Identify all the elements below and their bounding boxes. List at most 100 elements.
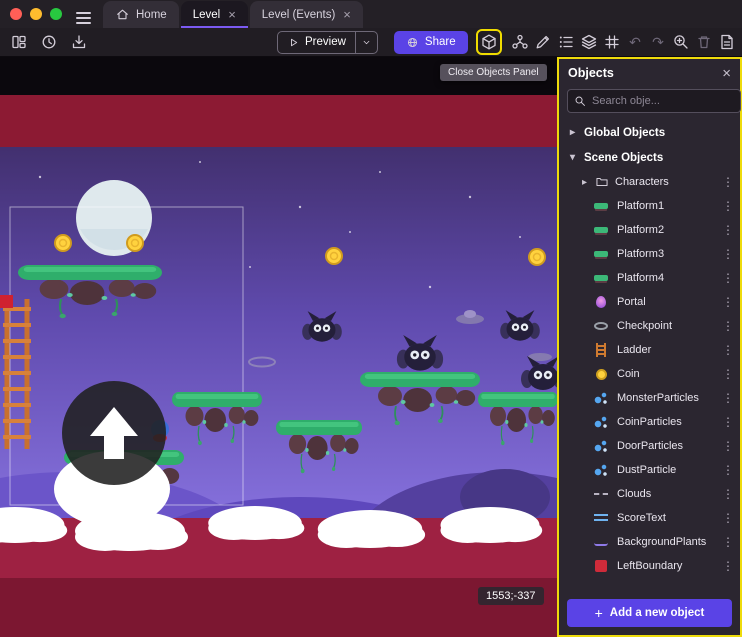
object-label: Coin (617, 368, 640, 380)
share-button[interactable]: Share (394, 31, 468, 54)
object-row-checkpoint[interactable]: Checkpoint ⋮ (559, 314, 740, 338)
object-label: Platform3 (617, 248, 664, 260)
scene-canvas[interactable] (0, 57, 557, 637)
object-menu-button[interactable]: ⋮ (722, 319, 732, 333)
objects-panel-toggle-cube-icon[interactable] (480, 33, 498, 51)
object-menu-button[interactable]: ⋮ (722, 535, 732, 549)
object-label: Platform1 (617, 200, 664, 212)
close-panel-icon[interactable]: × (722, 66, 731, 81)
group-global-objects[interactable]: ▸ Global Objects (559, 120, 740, 145)
preview-button[interactable]: Preview (277, 31, 378, 54)
toolbar-right-group: ↶ ↷ (476, 28, 736, 56)
object-label: Clouds (617, 488, 651, 500)
object-row-clouds[interactable]: Clouds ⋮ (559, 482, 740, 506)
scene-properties-icon[interactable] (718, 33, 736, 51)
object-menu-button[interactable]: ⋮ (722, 271, 732, 285)
save-icon[interactable] (70, 33, 88, 51)
fullscreen-window-button[interactable] (50, 8, 62, 20)
folder-row-characters[interactable]: ▸ Characters ⋮ (559, 170, 740, 194)
object-row-leftboundary[interactable]: LeftBoundary ⋮ (559, 554, 740, 578)
object-row-portal[interactable]: Portal ⋮ (559, 290, 740, 314)
coin-object[interactable] (326, 248, 342, 264)
object-row-platform3[interactable]: Platform3 ⋮ (559, 242, 740, 266)
close-tab-icon[interactable]: × (343, 8, 351, 21)
home-icon (115, 7, 130, 22)
window-controls (0, 8, 72, 28)
zoom-in-icon[interactable] (672, 33, 690, 51)
object-groups-icon[interactable] (511, 33, 529, 51)
chevron-right-icon[interactable]: ▸ (568, 127, 577, 138)
object-row-scoretext[interactable]: ScoreText ⋮ (559, 506, 740, 530)
object-label: DoorParticles (617, 440, 683, 452)
object-menu-button[interactable]: ⋮ (722, 223, 732, 237)
plus-icon: + (595, 605, 603, 621)
scene-editor-canvas[interactable] (0, 57, 557, 637)
chevron-down-icon[interactable]: ▾ (568, 152, 577, 163)
object-row-platform1[interactable]: Platform1 ⋮ (559, 194, 740, 218)
edit-pencil-icon[interactable] (534, 33, 552, 51)
object-row-backgroundplants[interactable]: BackgroundPlants ⋮ (559, 530, 740, 554)
object-row-coinparticles[interactable]: CoinParticles ⋮ (559, 410, 740, 434)
checkpoint-thumbnail-icon (594, 322, 608, 330)
coin-object[interactable] (529, 249, 545, 265)
object-menu-button[interactable]: ⋮ (722, 559, 732, 573)
chevron-right-icon[interactable]: ▸ (580, 177, 589, 188)
object-menu-button[interactable]: ⋮ (722, 391, 732, 405)
open-panels-icon[interactable] (10, 33, 28, 51)
object-label: Ladder (617, 344, 651, 356)
minimize-window-button[interactable] (30, 8, 42, 20)
close-window-button[interactable] (10, 8, 22, 20)
object-row-monsterparticles[interactable]: MonsterParticles ⋮ (559, 386, 740, 410)
preview-label: Preview (305, 36, 346, 48)
up-arrow-touch-control[interactable] (62, 381, 166, 485)
object-row-coin[interactable]: Coin ⋮ (559, 362, 740, 386)
object-label: MonsterParticles (617, 392, 699, 404)
search-input[interactable] (592, 95, 734, 107)
history-icon[interactable] (40, 33, 58, 51)
tooltip: Close Objects Panel (440, 64, 547, 81)
coin-object[interactable] (55, 235, 71, 251)
object-label: DustParticle (617, 464, 676, 476)
object-row-ladder[interactable]: Ladder ⋮ (559, 338, 740, 362)
main-menu-button[interactable] (76, 12, 91, 19)
object-menu-button[interactable]: ⋮ (722, 439, 732, 453)
particles-thumbnail-icon (594, 463, 608, 477)
object-row-doorparticles[interactable]: DoorParticles ⋮ (559, 434, 740, 458)
object-menu-button[interactable]: ⋮ (722, 343, 732, 357)
coin-object[interactable] (127, 235, 143, 251)
tab-level-events[interactable]: Level (Events) × (250, 1, 363, 28)
undo-icon[interactable]: ↶ (626, 34, 644, 51)
share-label: Share (425, 36, 456, 48)
object-menu-button[interactable]: ⋮ (722, 463, 732, 477)
left-boundary-object[interactable] (0, 295, 13, 308)
platform-thumbnail-icon (594, 203, 608, 209)
object-menu-button[interactable]: ⋮ (722, 487, 732, 501)
object-row-dustparticle[interactable]: DustParticle ⋮ (559, 458, 740, 482)
object-search-box[interactable] (567, 89, 741, 113)
tab-home[interactable]: Home (103, 1, 179, 28)
close-tab-icon[interactable]: × (228, 8, 236, 21)
object-menu-button[interactable]: ⋮ (722, 247, 732, 261)
layers-icon[interactable] (580, 33, 598, 51)
grid-icon[interactable] (603, 33, 621, 51)
preview-options-button[interactable] (355, 32, 377, 53)
object-menu-button[interactable]: ⋮ (722, 415, 732, 429)
hamburger-icon (76, 17, 91, 19)
add-new-object-button[interactable]: + Add a new object (567, 599, 732, 627)
redo-icon[interactable]: ↷ (649, 34, 667, 51)
group-scene-objects[interactable]: ▾ Scene Objects (559, 145, 740, 170)
object-menu-button[interactable]: ⋮ (722, 199, 732, 213)
object-menu-button[interactable]: ⋮ (722, 175, 732, 189)
object-menu-button[interactable]: ⋮ (722, 511, 732, 525)
object-row-platform2[interactable]: Platform2 ⋮ (559, 218, 740, 242)
cursor-coordinates: 1553;-337 (478, 587, 544, 605)
trash-icon[interactable] (695, 33, 713, 51)
object-row-platform4[interactable]: Platform4 ⋮ (559, 266, 740, 290)
tab-level[interactable]: Level × (181, 1, 248, 28)
object-menu-button[interactable]: ⋮ (722, 295, 732, 309)
clouds-thumbnail-icon (594, 493, 608, 495)
instances-list-icon[interactable] (557, 33, 575, 51)
tab-label: Level (193, 9, 221, 21)
object-menu-button[interactable]: ⋮ (722, 367, 732, 381)
folder-label: Characters (615, 176, 669, 188)
